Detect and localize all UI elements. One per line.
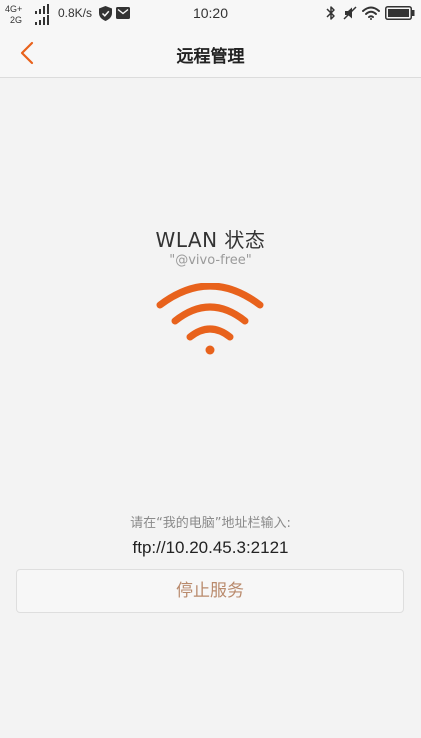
page-title: 远程管理 <box>176 47 245 67</box>
wlan-ssid: "@vivo-free" <box>169 253 252 268</box>
mute-icon <box>343 6 357 20</box>
wifi-icon <box>362 6 380 20</box>
header-bar: 远程管理 <box>0 28 421 78</box>
ftp-address: ftp://10.20.45.3:2121 <box>132 538 289 557</box>
wlan-status-title: WLAN 状态 <box>155 228 266 252</box>
battery-icon <box>385 6 415 20</box>
address-hint: 请在“我的电脑”地址栏输入: <box>130 516 291 531</box>
screen: 4G+ 2G 0.8K/s 10:20 远程管理 WLAN 状态 "@vivo-… <box>0 0 421 738</box>
status-bar: 4G+ 2G 0.8K/s 10:20 <box>0 0 421 28</box>
status-time: 10:20 <box>192 5 229 21</box>
wifi-icon <box>156 283 264 355</box>
stop-service-button[interactable]: 停止服务 <box>16 569 404 613</box>
bluetooth-icon <box>326 6 335 20</box>
